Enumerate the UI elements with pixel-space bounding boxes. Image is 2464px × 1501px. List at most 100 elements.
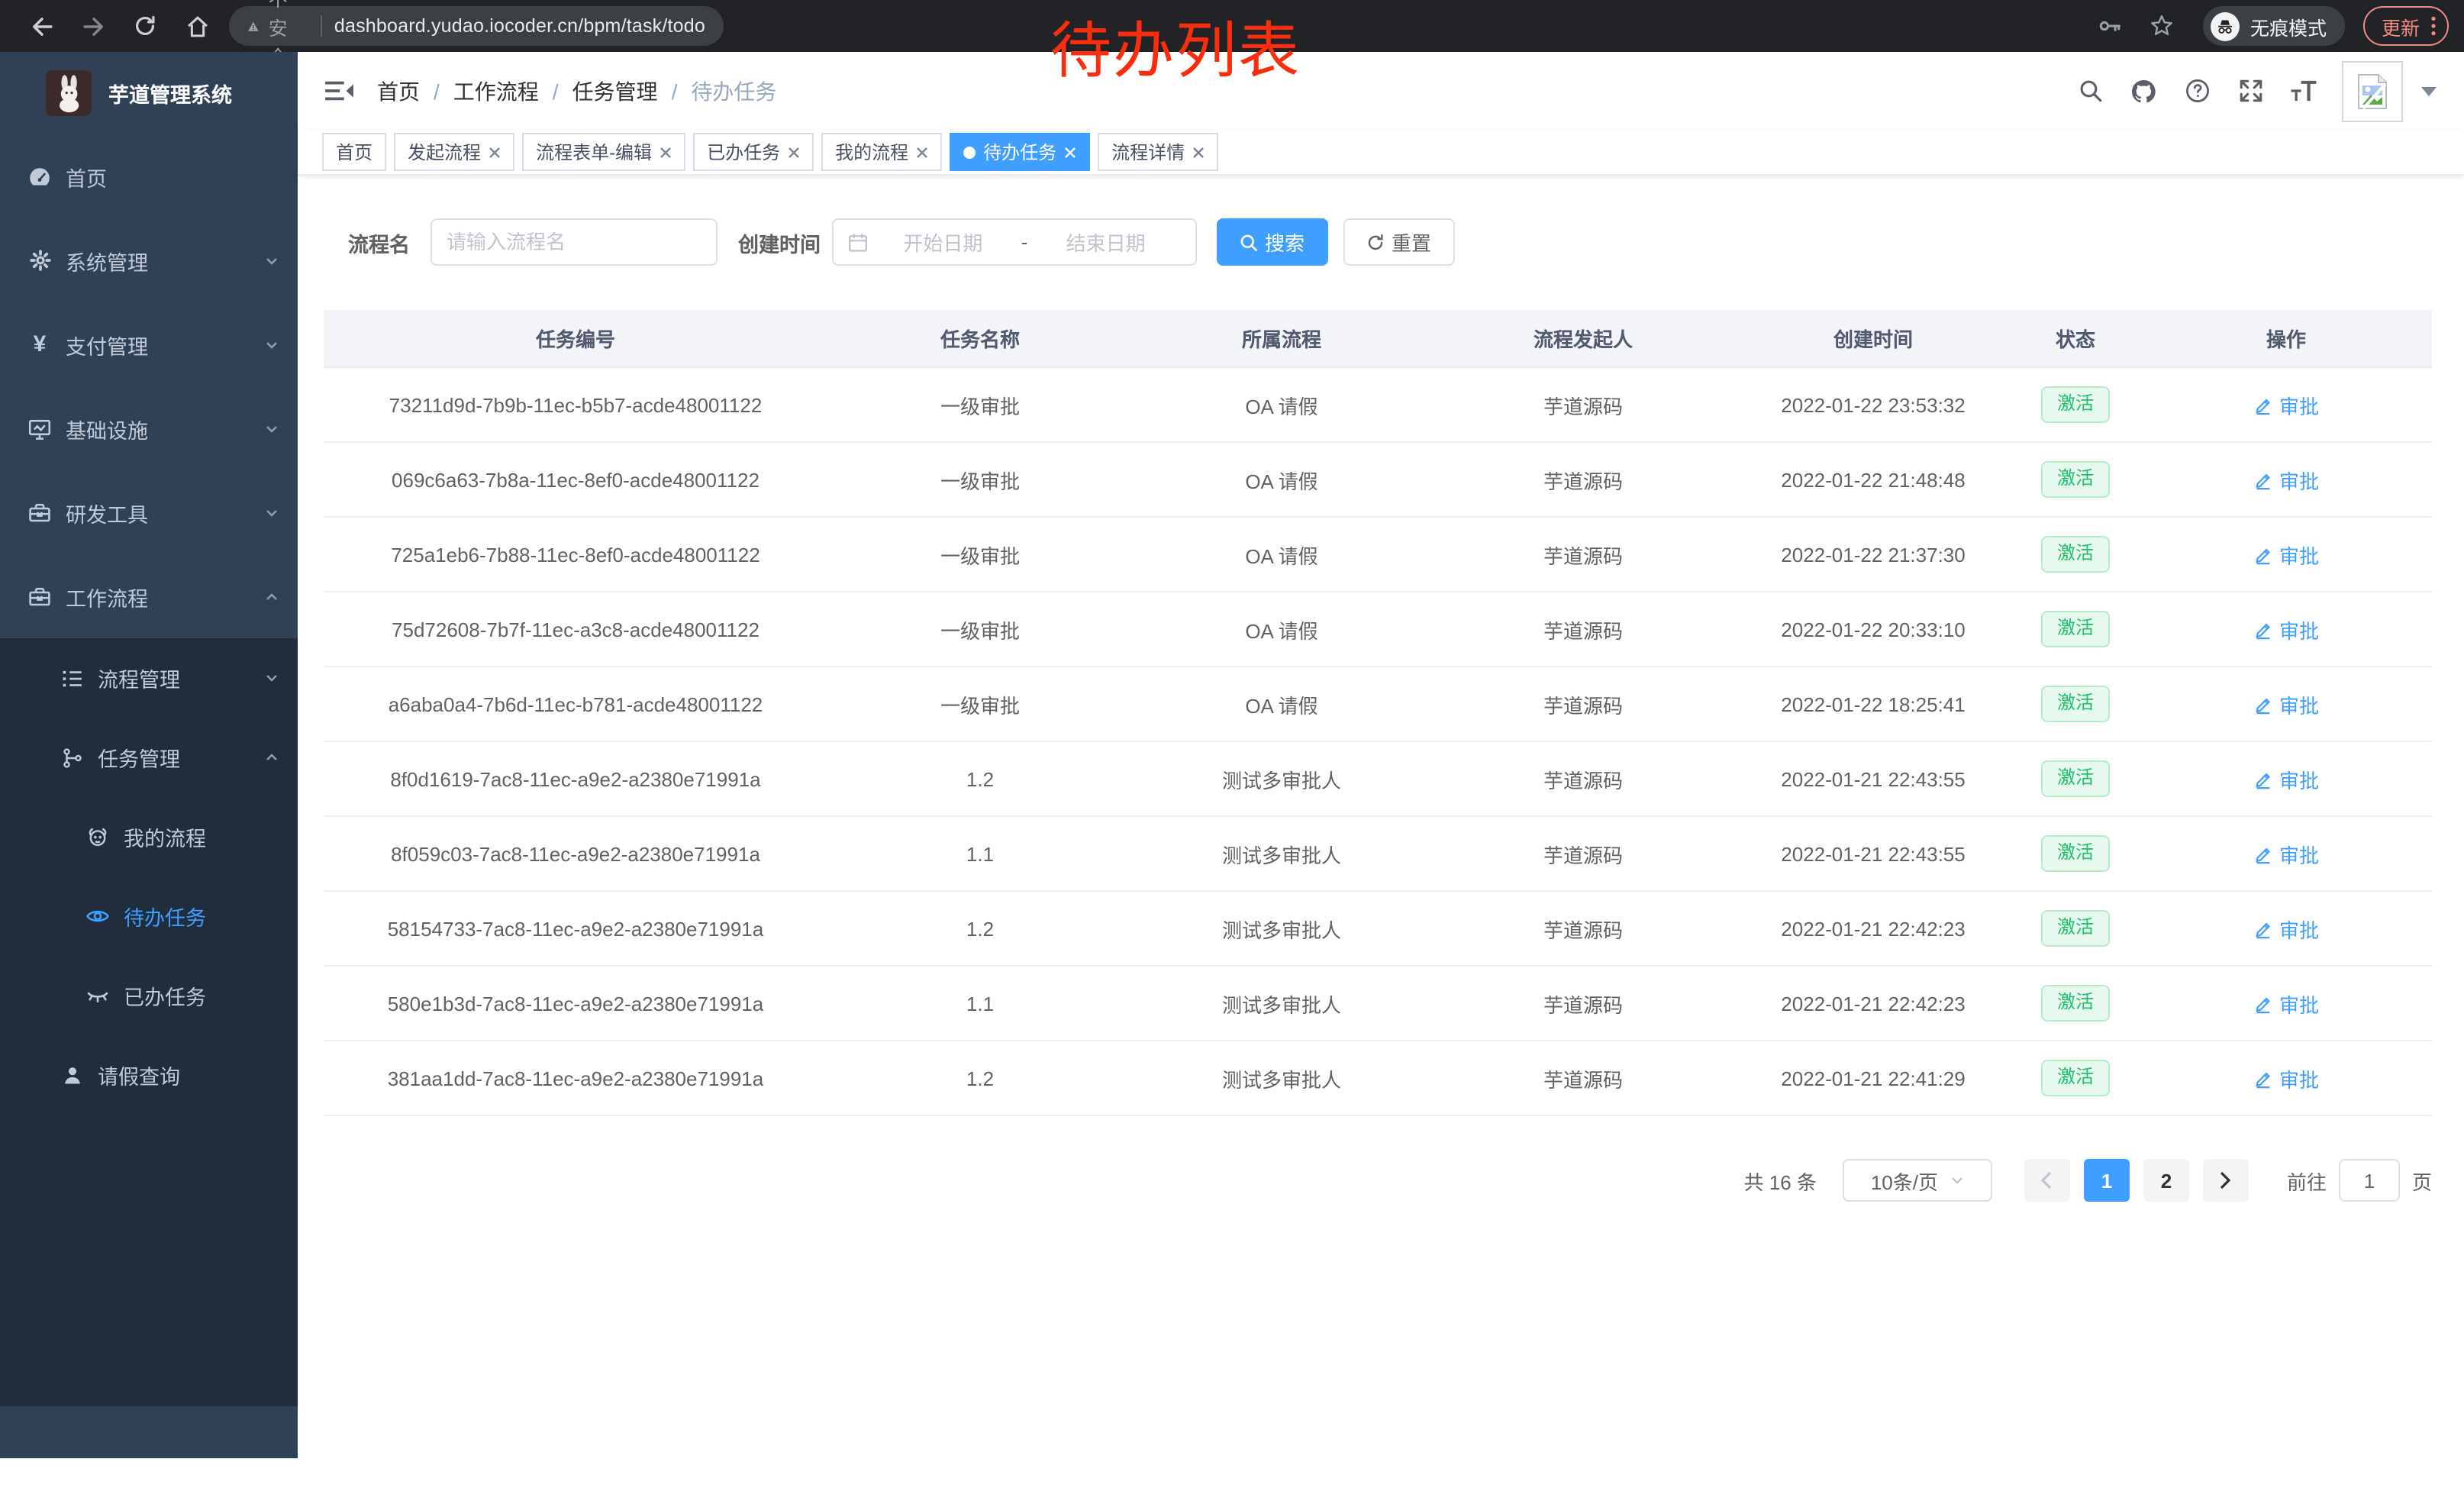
sidebar-item-task-management[interactable]: 任务管理 [0,718,298,797]
approve-link[interactable]: 审批 [2253,465,2319,494]
chevron-down-icon [264,421,279,436]
approve-link[interactable]: 审批 [2253,390,2319,419]
browser-update-button[interactable]: 更新 [2363,6,2449,46]
github-icon[interactable] [2130,77,2157,105]
sidebar-item-label: 系统管理 [66,245,148,276]
tag-tab-process-detail[interactable]: 流程详情 [1098,133,1218,171]
search-button[interactable]: 搜索 [1216,218,1327,266]
pagination: 共 16 条 10条/页 1 2 前往 页 [298,1159,2432,1202]
approve-link[interactable]: 审批 [2253,839,2319,868]
status-badge: 激活 [2042,386,2109,422]
breadcrumb-separator: / [434,79,440,103]
cell-process: OA 请假 [1133,465,1430,494]
sidebar-item-home[interactable]: 首页 [0,134,298,218]
close-icon[interactable] [489,146,501,158]
cell-task-name: 一级审批 [827,689,1133,718]
help-icon[interactable] [2183,77,2211,105]
sidebar-item-dev-tools[interactable]: 研发工具 [0,470,298,554]
fullscreen-icon[interactable] [2237,77,2264,105]
sidebar-item-leave-query[interactable]: 请假查询 [0,1035,298,1115]
url-bar[interactable]: 不安全 dashboard.yudao.iocoder.cn/bpm/task/… [229,6,724,46]
sidebar-item-payment[interactable]: ¥ 支付管理 [0,302,298,386]
browser-home-icon[interactable] [171,5,223,47]
cell-task-name: 一级审批 [827,540,1133,569]
sidebar-item-workflow[interactable]: 工作流程 [0,554,298,638]
font-size-icon[interactable] [2290,77,2317,105]
approve-link[interactable]: 审批 [2253,540,2319,569]
tab-label: 发起流程 [408,139,481,165]
edit-icon [2253,769,2273,789]
cell-task-id: 8f0d1619-7ac8-11ec-a9e2-a2380e71991a [324,767,827,790]
close-icon[interactable] [1192,146,1205,158]
page-content: 流程名 创建时间 开始日期 - 结束日期 搜索 重 [298,218,2464,1202]
chevron-left-icon [2040,1171,2054,1190]
goto-page-input[interactable] [2339,1159,2400,1202]
table-row: 75d72608-7b7f-11ec-a3c8-acde48001122 一级审… [324,592,2432,667]
table-row: 725a1eb6-7b88-11ec-8ef0-acde48001122 一级审… [324,518,2432,592]
tag-tab-my-process[interactable]: 我的流程 [821,133,942,171]
browser-forward-icon[interactable] [67,5,119,47]
cell-task-name: 1.2 [827,767,1133,790]
approve-label: 审批 [2279,689,2319,718]
approve-link[interactable]: 审批 [2253,764,2319,793]
page-button-2[interactable]: 2 [2143,1159,2189,1202]
sidebar-item-infrastructure[interactable]: 基础设施 [0,386,298,470]
robot-icon [85,825,110,849]
password-key-icon[interactable] [2084,5,2136,47]
cell-create-time: 2022-01-21 22:42:23 [1736,917,2011,940]
breadcrumb-workflow[interactable]: 工作流程 [453,76,539,106]
approve-link[interactable]: 审批 [2253,914,2319,943]
close-icon[interactable] [1064,146,1076,158]
date-range-picker[interactable]: 开始日期 - 结束日期 [831,218,1196,266]
breadcrumb-home[interactable]: 首页 [377,76,420,106]
tag-tab-home[interactable]: 首页 [322,133,386,171]
browser-back-icon[interactable] [15,5,67,47]
hamburger-icon[interactable] [313,65,365,117]
avatar[interactable] [2342,60,2403,121]
prev-page-button[interactable] [2024,1159,2070,1202]
approve-label: 审批 [2279,540,2319,569]
page-size-select[interactable]: 10条/页 [1843,1159,1992,1202]
search-icon[interactable] [2076,77,2104,105]
approve-link[interactable]: 审批 [2253,615,2319,644]
tag-tab-form-edit[interactable]: 流程表单-编辑 [522,133,685,171]
tab-label: 流程表单-编辑 [536,139,652,165]
navbar: 首页 / 工作流程 / 任务管理 / 待办任务 [298,52,2464,130]
user-icon [60,1063,84,1087]
close-icon[interactable] [788,146,800,158]
close-icon[interactable] [916,146,928,158]
close-icon[interactable] [660,146,672,158]
main-area: 首页 / 工作流程 / 任务管理 / 待办任务 [298,52,2464,1202]
eye-closed-icon [85,983,110,1008]
sidebar-item-my-process[interactable]: 我的流程 [0,797,298,876]
breadcrumb-task-management[interactable]: 任务管理 [572,76,658,106]
tab-label: 首页 [336,139,373,165]
browser-menu-icon[interactable] [2430,15,2437,37]
cell-process: OA 请假 [1133,540,1430,569]
browser-reload-icon[interactable] [119,5,171,47]
reset-button[interactable]: 重置 [1343,218,1454,266]
chevron-up-icon [264,750,279,765]
next-page-button[interactable] [2203,1159,2249,1202]
app-logo-icon [46,70,92,116]
tag-tab-todo-tasks[interactable]: 待办任务 [950,133,1090,171]
sidebar-item-todo-tasks[interactable]: 待办任务 [0,876,298,956]
bookmark-star-icon[interactable] [2136,5,2188,47]
approve-link[interactable]: 审批 [2253,689,2319,718]
tag-tab-start-process[interactable]: 发起流程 [394,133,514,171]
table-header-row: 任务编号 任务名称 所属流程 流程发起人 创建时间 状态 操作 [324,310,2432,368]
approve-link[interactable]: 审批 [2253,989,2319,1018]
avatar-caret-icon[interactable] [2421,86,2437,95]
sidebar-item-system[interactable]: 系统管理 [0,218,298,302]
process-name-input[interactable] [430,218,717,266]
col-process: 所属流程 [1133,324,1430,353]
page-button-1[interactable]: 1 [2084,1159,2130,1202]
not-secure-icon [247,16,260,36]
approve-link[interactable]: 审批 [2253,1064,2319,1093]
cell-initiator: 芋道源码 [1430,989,1736,1018]
sidebar-item-process-management[interactable]: 流程管理 [0,638,298,718]
cell-process: OA 请假 [1133,390,1430,419]
sidebar-item-done-tasks[interactable]: 已办任务 [0,956,298,1035]
tag-tab-done-tasks[interactable]: 已办任务 [693,133,814,171]
sidebar-logo[interactable]: 芋道管理系统 [0,52,298,134]
